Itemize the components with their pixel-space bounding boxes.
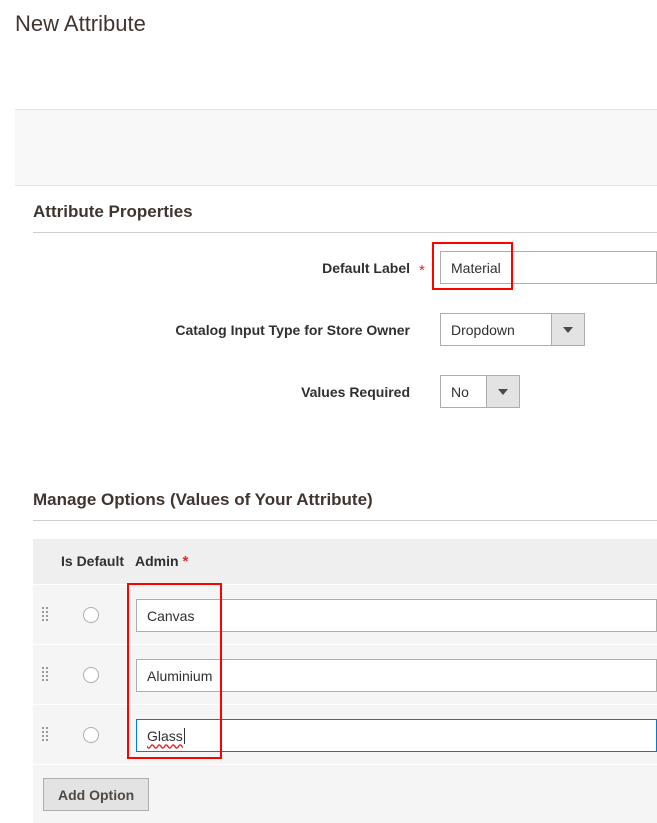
option-admin-input[interactable]: [136, 599, 657, 632]
attribute-properties-title: Attribute Properties: [33, 202, 193, 221]
drag-handle-icon[interactable]: [42, 667, 50, 681]
values-required-label: Values Required: [301, 384, 410, 400]
options-table-header: Is Default Admin *: [33, 539, 657, 585]
drag-handle-icon[interactable]: [42, 727, 50, 741]
values-required-select[interactable]: No: [440, 375, 520, 408]
input-type-label: Catalog Input Type for Store Owner: [175, 322, 410, 338]
default-label-input[interactable]: [440, 251, 657, 284]
is-default-radio[interactable]: [83, 667, 99, 683]
manage-options-title: Manage Options (Values of Your Attribute…: [33, 490, 373, 509]
input-type-select[interactable]: Dropdown: [440, 313, 585, 346]
is-default-radio[interactable]: [83, 607, 99, 623]
values-required-value: No: [451, 383, 469, 400]
page-title: New Attribute: [15, 11, 146, 36]
input-type-value: Dropdown: [451, 321, 515, 338]
table-row: [33, 645, 657, 705]
section-divider: [33, 232, 657, 233]
default-label-label: Default Label: [322, 260, 410, 276]
page-actions-bar: [15, 109, 657, 186]
option-admin-value: Glass: [147, 727, 183, 744]
is-default-radio[interactable]: [83, 727, 99, 743]
column-is-default: Is Default: [61, 553, 125, 569]
drag-handle-icon[interactable]: [42, 607, 50, 621]
table-row: Glass: [33, 705, 657, 765]
chevron-down-icon: [486, 376, 519, 407]
option-admin-input[interactable]: Glass: [136, 719, 657, 752]
table-row: [33, 585, 657, 645]
options-table: Is Default Admin * Glass Add Option: [33, 539, 657, 823]
options-table-footer: Add Option: [33, 765, 657, 823]
required-asterisk: *: [419, 262, 425, 279]
option-admin-input[interactable]: [136, 659, 657, 692]
column-admin: Admin *: [135, 553, 189, 570]
chevron-down-icon: [551, 314, 584, 345]
add-option-button[interactable]: Add Option: [43, 778, 150, 811]
section-divider: [33, 520, 657, 521]
